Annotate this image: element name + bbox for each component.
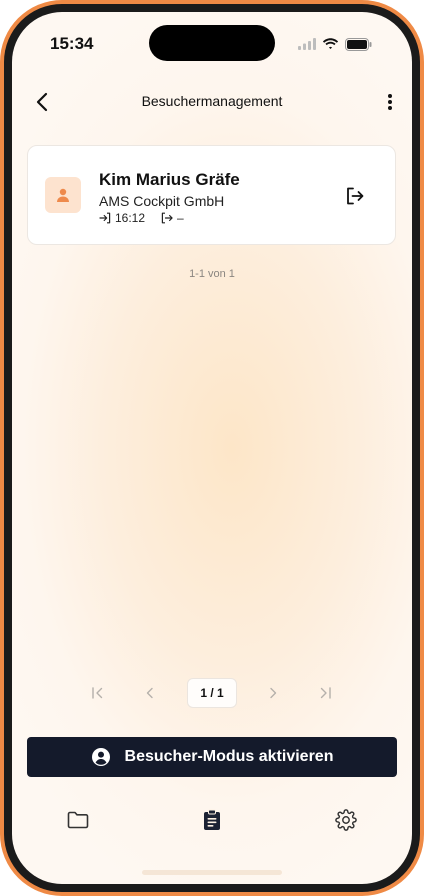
previous-page-button[interactable] (138, 681, 162, 705)
visit-times: 16:12 – (99, 211, 184, 225)
tab-visitor-list[interactable] (200, 808, 224, 832)
chevron-last-icon (320, 687, 331, 699)
chevron-left-icon (146, 687, 153, 699)
status-time: 15:34 (50, 34, 94, 53)
avatar (45, 177, 81, 213)
check-in-icon (99, 212, 111, 224)
back-button[interactable] (30, 90, 54, 114)
clipboard-icon (204, 809, 220, 830)
wifi-icon (322, 38, 339, 49)
chevron-left-icon (36, 92, 48, 112)
app-screen: 15:34 Besuchermanagement Kim Marius Gräf… (12, 12, 412, 884)
tab-settings[interactable] (334, 808, 358, 832)
home-indicator (142, 870, 282, 875)
chevron-first-icon (92, 687, 103, 699)
dynamic-island (149, 25, 275, 61)
user-circle-icon (91, 748, 110, 766)
battery-icon (345, 37, 372, 51)
result-count: 1-1 von 1 (189, 268, 235, 280)
folder-icon (67, 811, 89, 829)
visitor-company: AMS Cockpit GmbH (99, 193, 225, 209)
activate-visitor-mode-label: Besucher-Modus aktivieren (124, 748, 334, 765)
cellular-signal-icon (298, 38, 316, 50)
page-title: Besuchermanagement (141, 93, 283, 109)
current-page-indicator: 1 / 1 (187, 678, 237, 708)
visitor-card[interactable]: Kim Marius Gräfe AMS Cockpit GmbH 16:12 … (27, 145, 396, 245)
check-in-time: 16:12 (115, 211, 146, 225)
chevron-right-icon (270, 687, 277, 699)
status-icons (298, 37, 372, 51)
person-icon (57, 188, 69, 202)
pagination: 1 / 1 (12, 678, 412, 708)
check-out-time: – (177, 211, 184, 225)
activate-visitor-mode-button[interactable]: Besucher-Modus aktivieren (27, 737, 397, 777)
last-page-button[interactable] (313, 681, 337, 705)
gear-icon (335, 809, 357, 831)
first-page-button[interactable] (86, 681, 110, 705)
logout-icon (347, 187, 364, 205)
tab-folder[interactable] (66, 808, 90, 832)
visitor-name: Kim Marius Gräfe (99, 170, 240, 189)
check-out-icon (161, 212, 173, 224)
more-options-button[interactable] (378, 90, 402, 114)
more-vertical-icon (388, 94, 392, 110)
checkout-button[interactable] (343, 184, 367, 208)
next-page-button[interactable] (261, 681, 285, 705)
